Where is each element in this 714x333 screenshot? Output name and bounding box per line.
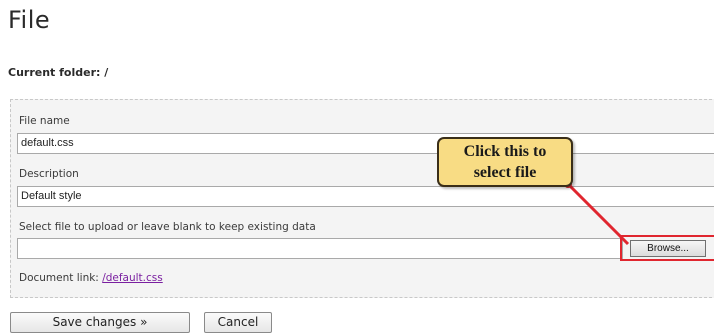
file-name-input[interactable]: default.css (17, 133, 714, 154)
file-edit-page: File Current folder: / File name default… (0, 0, 714, 333)
callout-line-1: Click this to (463, 143, 547, 160)
document-link[interactable]: /default.css (102, 272, 163, 284)
file-name-label: File name (19, 115, 70, 127)
browse-highlight-box (620, 235, 714, 261)
page-title: File (8, 6, 51, 34)
description-label: Description (19, 168, 79, 180)
current-folder-label: Current folder: / (8, 66, 109, 79)
callout-line-2: select file (473, 164, 537, 181)
instruction-callout: Click this to select file (437, 137, 573, 187)
document-link-label: Document link: (19, 272, 99, 284)
cancel-button[interactable]: Cancel (204, 312, 272, 333)
upload-file-label: Select file to upload or leave blank to … (19, 221, 316, 233)
upload-file-path-input[interactable] (17, 238, 623, 259)
description-input[interactable]: Default style (17, 186, 714, 207)
document-link-row: Document link: /default.css (19, 272, 163, 284)
save-changes-button[interactable]: Save changes » (10, 312, 190, 333)
